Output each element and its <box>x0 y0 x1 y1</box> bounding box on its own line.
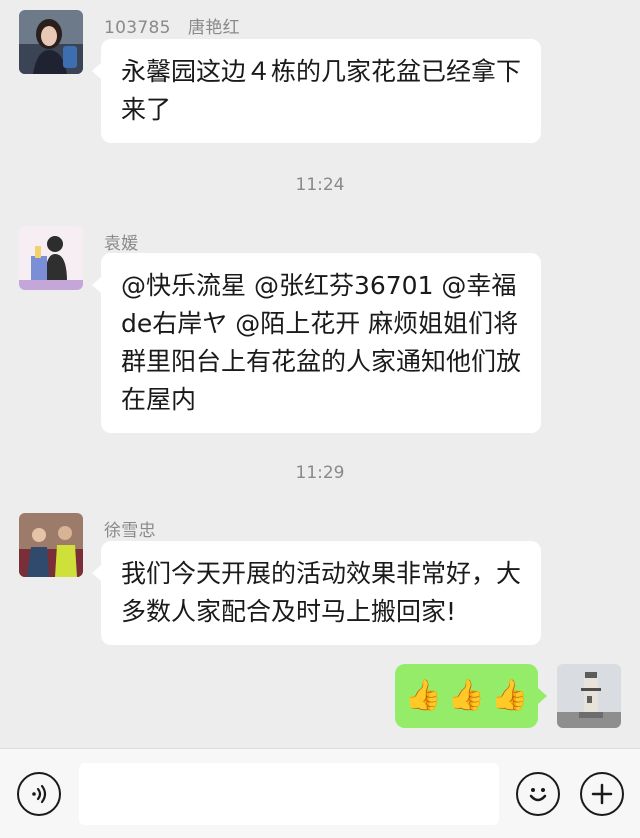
timestamp: 11:29 <box>295 463 345 483</box>
message-text: @快乐流星 @张红芬36701 @幸福de右岸ヤ @陌上花开 麻烦姐姐们将群里阳… <box>121 271 522 414</box>
timestamp: 11:24 <box>295 175 345 195</box>
voice-icon <box>32 784 47 804</box>
emoji-button[interactable] <box>516 772 560 816</box>
sender-name: 徐雪忠 <box>104 521 156 541</box>
thumbs-up-icon: 👍 <box>447 678 486 713</box>
message-bubble[interactable]: 永馨园这边４栋的几家花盆已经拿下来了 <box>92 39 541 143</box>
emoji-icon <box>529 788 547 802</box>
plus-button[interactable] <box>580 772 624 816</box>
avatar[interactable] <box>19 226 83 290</box>
thumbs-up-icon: 👍 <box>491 678 529 713</box>
message-text: 永馨园这边４栋的几家花盆已经拿下来了 <box>121 57 522 124</box>
message-bubble[interactable]: @快乐流星 @张红芬36701 @幸福de右岸ヤ @陌上花开 麻烦姐姐们将群里阳… <box>92 253 541 433</box>
message-input[interactable] <box>79 763 499 825</box>
sender-name: 103785 唐艳红 <box>104 18 240 38</box>
thumbs-up-icon: 👍 <box>404 678 442 713</box>
plus-icon <box>591 783 613 805</box>
message-bubble[interactable]: 我们今天开展的活动效果非常好，大多数人家配合及时马上搬回家! <box>92 541 541 645</box>
message-text: 我们今天开展的活动效果非常好，大多数人家配合及时马上搬回家! <box>121 559 522 626</box>
avatar[interactable] <box>19 513 83 577</box>
sender-name: 袁媛 <box>104 234 139 254</box>
voice-button[interactable] <box>17 772 61 816</box>
my-message-bubble[interactable]: 👍 👍 👍 <box>395 664 547 728</box>
avatar[interactable] <box>19 10 83 74</box>
input-bar <box>0 748 640 838</box>
my-avatar[interactable] <box>557 664 621 728</box>
